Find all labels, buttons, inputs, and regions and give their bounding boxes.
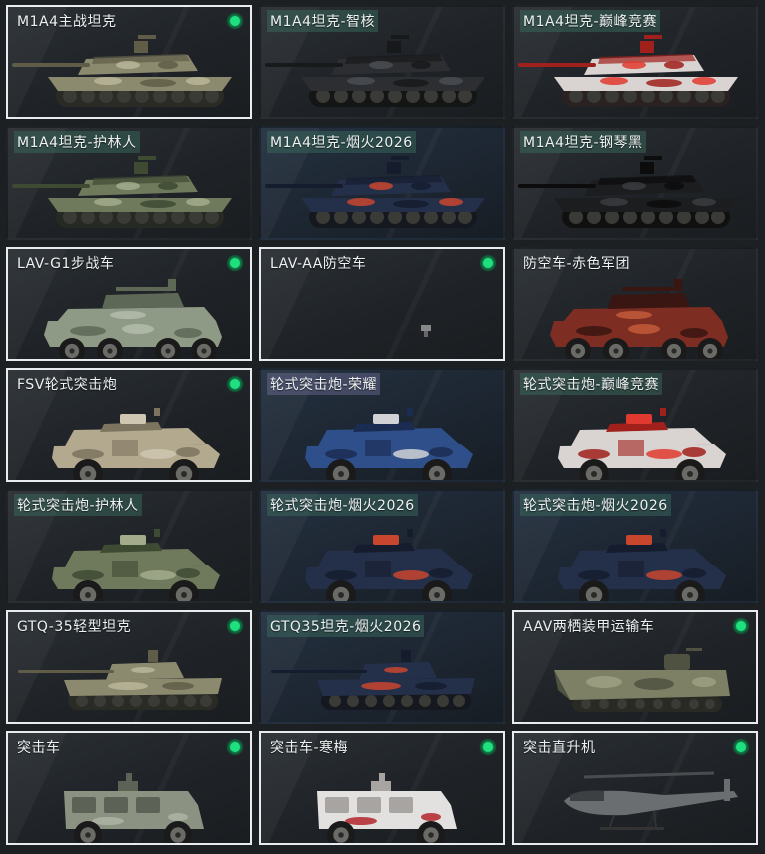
owned-indicator-icon bbox=[227, 255, 243, 271]
vehicle-skin-card[interactable]: M1A4坦克-烟火2026 bbox=[259, 126, 505, 240]
vehicle-skin-card[interactable]: LAV-AA防空车 bbox=[259, 247, 505, 361]
vehicle-skin-name: 轮式突击炮-荣耀 bbox=[267, 373, 381, 395]
vehicle-skin-card[interactable]: 防空车-赤色军团 bbox=[512, 247, 758, 361]
vehicle-skin-name: AAV两栖装甲运输车 bbox=[523, 619, 655, 635]
vehicle-skin-card[interactable]: LAV-G1步战车 bbox=[6, 247, 252, 361]
vehicle-skin-card[interactable]: 轮式突击炮-荣耀 bbox=[259, 368, 505, 482]
vehicle-skin-name: 轮式突击炮-烟火2026 bbox=[520, 494, 671, 516]
vehicle-skin-card[interactable]: AAV两栖装甲运输车 bbox=[512, 610, 758, 724]
vehicle-image bbox=[558, 529, 726, 601]
vehicle-skin-grid: M1A4主战坦克 M1A4坦克-智核 M1A4坦克-巅峰竞赛 M1A4坦克-护林… bbox=[0, 0, 765, 854]
vehicle-skin-card[interactable]: 突击车 bbox=[6, 731, 252, 845]
vehicle-skin-card[interactable]: M1A4坦克-巅峰竞赛 bbox=[512, 5, 758, 119]
vehicle-image bbox=[554, 648, 730, 712]
vehicle-image bbox=[564, 771, 738, 830]
vehicle-skin-name: 突击直升机 bbox=[523, 740, 596, 756]
owned-indicator-icon bbox=[480, 739, 496, 755]
vehicle-skin-name: 突击车 bbox=[17, 740, 61, 756]
vehicle-image bbox=[44, 279, 222, 359]
vehicle-image bbox=[518, 156, 738, 228]
vehicle-skin-card[interactable]: GTQ35坦克-烟火2026 bbox=[259, 610, 505, 724]
vehicle-skin-name: M1A4坦克-护林人 bbox=[14, 131, 140, 153]
vehicle-image bbox=[305, 529, 473, 601]
owned-indicator-icon bbox=[733, 739, 749, 755]
owned-indicator-icon bbox=[733, 618, 749, 634]
vehicle-image bbox=[271, 650, 475, 710]
vehicle-image bbox=[550, 279, 728, 359]
vehicle-skin-card[interactable]: 轮式突击炮-巅峰竞赛 bbox=[512, 368, 758, 482]
vehicle-skin-name: GTQ35坦克-烟火2026 bbox=[267, 615, 425, 637]
owned-indicator-icon bbox=[227, 618, 243, 634]
vehicle-skin-name: 防空车-赤色军团 bbox=[523, 256, 631, 272]
owned-indicator-icon bbox=[480, 255, 496, 271]
vehicle-skin-name: 轮式突击炮-烟火2026 bbox=[267, 494, 418, 516]
vehicle-skin-card[interactable]: M1A4坦克-智核 bbox=[259, 5, 505, 119]
vehicle-skin-name: M1A4坦克-钢琴黑 bbox=[520, 131, 646, 153]
vehicle-skin-name: 突击车-寒梅 bbox=[270, 740, 349, 756]
vehicle-image bbox=[317, 773, 457, 843]
vehicle-skin-card[interactable]: M1A4坦克-钢琴黑 bbox=[512, 126, 758, 240]
vehicle-skin-name: M1A4坦克-烟火2026 bbox=[267, 131, 416, 153]
vehicle-skin-card[interactable]: 轮式突击炮-烟火2026 bbox=[512, 489, 758, 603]
vehicle-skin-card[interactable]: 轮式突击炮-护林人 bbox=[6, 489, 252, 603]
vehicle-skin-card[interactable]: GTQ-35轻型坦克 bbox=[6, 610, 252, 724]
vehicle-skin-card[interactable]: M1A4坦克-护林人 bbox=[6, 126, 252, 240]
vehicle-skin-name: M1A4主战坦克 bbox=[17, 14, 117, 30]
vehicle-skin-name: M1A4坦克-巅峰竞赛 bbox=[520, 10, 661, 32]
vehicle-image bbox=[265, 156, 485, 228]
vehicle-image bbox=[18, 650, 222, 710]
vehicle-image bbox=[265, 35, 485, 107]
vehicle-skin-card[interactable]: 轮式突击炮-烟火2026 bbox=[259, 489, 505, 603]
vehicle-skin-name: GTQ-35轻型坦克 bbox=[17, 619, 132, 635]
vehicle-image bbox=[52, 408, 220, 480]
vehicle-skin-name: LAV-AA防空车 bbox=[270, 256, 367, 272]
vehicle-skin-card[interactable]: 突击车-寒梅 bbox=[259, 731, 505, 845]
vehicle-skin-card[interactable]: FSV轮式突击炮 bbox=[6, 368, 252, 482]
vehicle-skin-name: 轮式突击炮-护林人 bbox=[14, 494, 142, 516]
vehicle-skin-name: FSV轮式突击炮 bbox=[17, 377, 118, 393]
vehicle-image bbox=[305, 408, 473, 480]
vehicle-image bbox=[12, 35, 232, 107]
vehicle-image bbox=[421, 325, 431, 337]
vehicle-image bbox=[518, 35, 738, 107]
vehicle-skin-name: LAV-G1步战车 bbox=[17, 256, 115, 272]
owned-indicator-icon bbox=[227, 13, 243, 29]
vehicle-skin-name: 轮式突击炮-巅峰竞赛 bbox=[520, 373, 663, 395]
owned-indicator-icon bbox=[227, 376, 243, 392]
vehicle-image bbox=[52, 529, 220, 601]
vehicle-image bbox=[64, 773, 204, 843]
owned-indicator-icon bbox=[227, 739, 243, 755]
vehicle-image bbox=[558, 408, 726, 480]
vehicle-image bbox=[12, 156, 232, 228]
vehicle-skin-card[interactable]: 突击直升机 bbox=[512, 731, 758, 845]
vehicle-skin-name: M1A4坦克-智核 bbox=[267, 10, 379, 32]
vehicle-skin-card[interactable]: M1A4主战坦克 bbox=[6, 5, 252, 119]
